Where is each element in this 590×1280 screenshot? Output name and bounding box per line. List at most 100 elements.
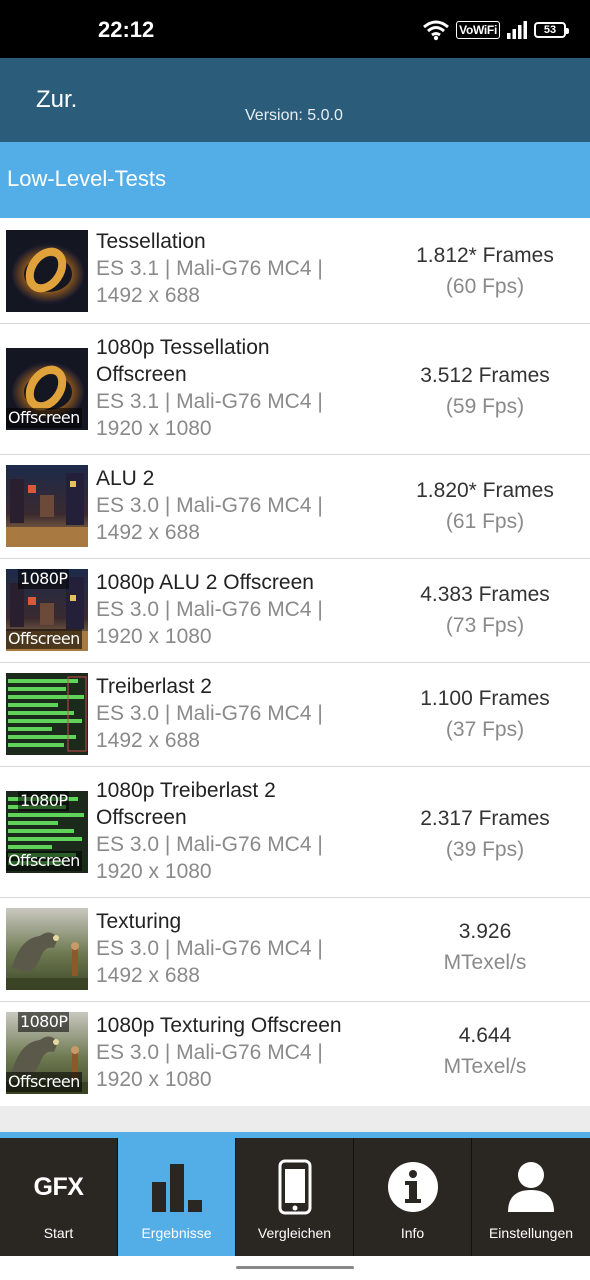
wifi-icon <box>423 20 450 41</box>
test-resolution: 1492 x 688 <box>96 521 200 544</box>
test-info: Tessellation ES 3.1 | Mali-G76 MC4 | 149… <box>96 228 386 309</box>
tessellation-thumbnail: Offscreen <box>6 348 88 430</box>
test-title: Tessellation <box>96 230 206 253</box>
result-fps: (73 Fps) <box>445 614 525 637</box>
nav-einstellungen[interactable]: Einstellungen <box>472 1138 590 1256</box>
bottom-navigation: GFX Start Ergebnisse Vergleichen Info Ei… <box>0 1138 590 1256</box>
result-unit: MTexel/s <box>443 951 527 974</box>
offscreen-badge: Offscreen <box>6 1072 82 1092</box>
result-value: 3.926 <box>458 920 512 943</box>
resolution-badge: 1080P <box>18 1012 70 1032</box>
battery-icon: 53 <box>534 22 569 38</box>
nav-vergleichen[interactable]: Vergleichen <box>236 1138 354 1256</box>
test-info: 1080p Tessellation Offscreen ES 3.1 | Ma… <box>96 334 386 442</box>
test-api-gpu: ES 3.0 | Mali-G76 MC4 | <box>96 494 323 517</box>
result-frames: 1.820* Frames <box>416 479 554 502</box>
test-info: 1080p Treiberlast 2 Offscreen ES 3.0 | M… <box>96 777 386 885</box>
test-row-1080p-treiberlast-2-offscreen[interactable]: 1080P Offscreen 1080p Treiberlast 2 Offs… <box>0 767 590 898</box>
gfx-logo-icon: GFX <box>0 1158 117 1216</box>
test-result: 3.512 Frames (59 Fps) <box>380 360 590 422</box>
test-api-gpu: ES 3.0 | Mali-G76 MC4 | <box>96 702 323 725</box>
test-result: 4.644 MTexel/s <box>380 1020 590 1082</box>
nav-start[interactable]: GFX Start <box>0 1138 118 1256</box>
result-unit: MTexel/s <box>443 1055 527 1078</box>
result-fps: (59 Fps) <box>445 395 525 418</box>
system-navigation-bar <box>0 1256 590 1280</box>
home-indicator[interactable] <box>236 1266 354 1269</box>
smartphone-icon <box>236 1158 353 1216</box>
result-frames: 3.512 Frames <box>420 364 550 387</box>
tessellation-thumbnail <box>6 230 88 312</box>
alu-thumbnail <box>6 465 88 547</box>
test-title: 1080p Treiberlast 2 <box>96 779 276 802</box>
test-title: Texturing <box>96 910 182 933</box>
test-title-line2: Offscreen <box>96 806 187 829</box>
test-row-tessellation[interactable]: Tessellation ES 3.1 | Mali-G76 MC4 | 149… <box>0 218 590 324</box>
test-info: ALU 2 ES 3.0 | Mali-G76 MC4 | 1492 x 688 <box>96 465 386 546</box>
status-bar: 22:12 VoWiFi 53 <box>0 0 590 58</box>
test-api-gpu: ES 3.0 | Mali-G76 MC4 | <box>96 937 323 960</box>
texturing-thumbnail <box>6 908 88 990</box>
test-title: 1080p ALU 2 Offscreen <box>96 571 314 594</box>
result-frames: 4.383 Frames <box>420 583 550 606</box>
test-info: Texturing ES 3.0 | Mali-G76 MC4 | 1492 x… <box>96 908 386 989</box>
nav-label: Einstellungen <box>488 1225 574 1241</box>
version-label: Version: 5.0.0 <box>245 107 343 124</box>
test-api-gpu: ES 3.0 | Mali-G76 MC4 | <box>96 1041 323 1064</box>
test-api-gpu: ES 3.0 | Mali-G76 MC4 | <box>96 598 323 621</box>
result-frames: 1.812* Frames <box>416 244 554 267</box>
nav-info[interactable]: Info <box>354 1138 472 1256</box>
test-title: 1080p Tessellation <box>96 336 270 359</box>
test-result: 3.926 MTexel/s <box>380 916 590 978</box>
offscreen-badge: Offscreen <box>6 851 82 871</box>
result-frames: 1.100 Frames <box>420 687 550 710</box>
test-row-alu-2[interactable]: ALU 2 ES 3.0 | Mali-G76 MC4 | 1492 x 688… <box>0 455 590 559</box>
test-result: 2.317 Frames (39 Fps) <box>380 803 590 865</box>
status-time: 22:12 <box>98 17 155 42</box>
test-title: Treiberlast 2 <box>96 675 212 698</box>
nav-label: Start <box>43 1225 74 1241</box>
app-header: Zur. Version: 5.0.0 <box>0 58 590 142</box>
test-title: 1080p Texturing Offscreen <box>96 1014 342 1037</box>
test-row-1080p-texturing-offscreen[interactable]: 1080P Offscreen 1080p Texturing Offscree… <box>0 1002 590 1106</box>
test-result: 1.812* Frames (60 Fps) <box>380 240 590 302</box>
test-list: Tessellation ES 3.1 | Mali-G76 MC4 | 149… <box>0 218 590 1106</box>
status-icons: VoWiFi 53 <box>422 16 569 44</box>
driver-thumbnail <box>6 673 88 755</box>
back-button[interactable]: Zur. <box>36 86 77 114</box>
texturing-thumbnail: 1080P Offscreen <box>6 1012 88 1094</box>
nav-ergebnisse[interactable]: Ergebnisse <box>118 1138 236 1256</box>
result-value: 4.644 <box>458 1024 512 1047</box>
alu-thumbnail: 1080P Offscreen <box>6 569 88 651</box>
nav-label: Ergebnisse <box>141 1225 212 1241</box>
vowifi-icon: VoWiFi <box>456 21 500 39</box>
test-resolution: 1920 x 1080 <box>96 860 212 883</box>
test-resolution: 1920 x 1080 <box>96 417 212 440</box>
test-api-gpu: ES 3.1 | Mali-G76 MC4 | <box>96 257 323 280</box>
test-row-texturing[interactable]: Texturing ES 3.0 | Mali-G76 MC4 | 1492 x… <box>0 898 590 1002</box>
test-title-line2: Offscreen <box>96 363 187 386</box>
test-result: 4.383 Frames (73 Fps) <box>380 579 590 641</box>
bar-chart-icon <box>118 1158 235 1216</box>
test-row-1080p-tessellation-offscreen[interactable]: Offscreen 1080p Tessellation Offscreen E… <box>0 324 590 455</box>
resolution-badge: 1080P <box>18 791 70 811</box>
test-title: ALU 2 <box>96 467 155 490</box>
test-resolution: 1492 x 688 <box>96 729 200 752</box>
test-resolution: 1920 x 1080 <box>96 625 212 648</box>
result-fps: (37 Fps) <box>445 718 525 741</box>
test-row-treiberlast-2[interactable]: Treiberlast 2 ES 3.0 | Mali-G76 MC4 | 14… <box>0 663 590 767</box>
section-header: Low-Level-Tests <box>0 142 590 218</box>
nav-label: Info <box>400 1225 425 1241</box>
test-info: 1080p ALU 2 Offscreen ES 3.0 | Mali-G76 … <box>96 569 386 650</box>
result-fps: (39 Fps) <box>445 838 525 861</box>
user-icon <box>472 1158 590 1216</box>
test-info: 1080p Texturing Offscreen ES 3.0 | Mali-… <box>96 1012 386 1093</box>
test-info: Treiberlast 2 ES 3.0 | Mali-G76 MC4 | 14… <box>96 673 386 754</box>
test-row-1080p-alu-2-offscreen[interactable]: 1080P Offscreen 1080p ALU 2 Offscreen ES… <box>0 559 590 663</box>
test-resolution: 1492 x 688 <box>96 284 200 307</box>
result-fps: (61 Fps) <box>445 510 525 533</box>
driver-thumbnail: 1080P Offscreen <box>6 791 88 873</box>
resolution-badge: 1080P <box>18 569 70 589</box>
nav-label: Vergleichen <box>257 1225 332 1241</box>
signal-icon <box>507 21 527 39</box>
